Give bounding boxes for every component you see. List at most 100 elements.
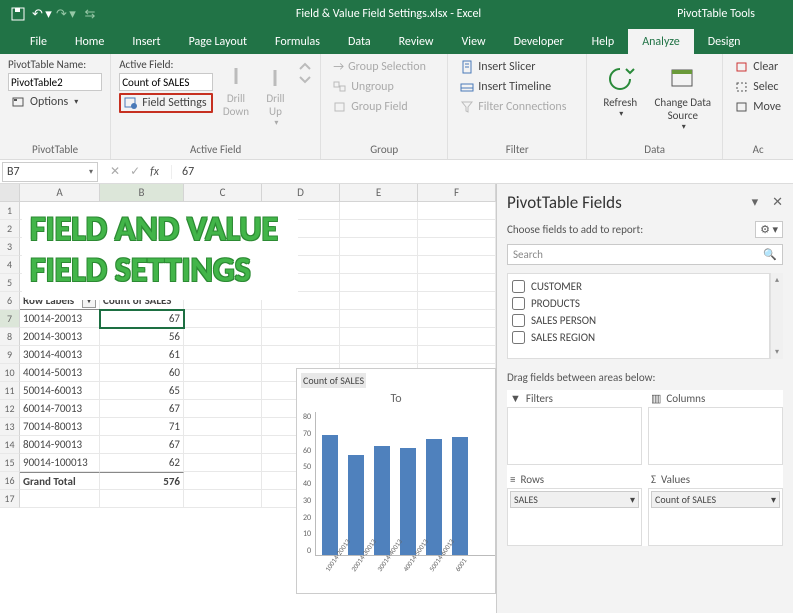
area-value-item[interactable]: Count of SALES▾ xyxy=(651,491,780,508)
save-icon[interactable] xyxy=(8,4,28,24)
clear-button[interactable]: Clear xyxy=(731,58,782,76)
chart-bar[interactable] xyxy=(426,439,442,555)
pivot-row-label[interactable]: 70014-80013 xyxy=(20,418,100,436)
enter-icon[interactable]: ✓ xyxy=(130,164,140,179)
fields-search-input[interactable]: Search 🔍 xyxy=(507,244,783,265)
row-header[interactable]: 8 xyxy=(0,328,20,346)
col-header-b[interactable]: B xyxy=(100,184,184,201)
tab-view[interactable]: View xyxy=(448,29,500,54)
pivot-row-value[interactable]: 67 xyxy=(100,400,184,418)
col-header-f[interactable]: F xyxy=(418,184,496,201)
tab-analyze[interactable]: Analyze xyxy=(628,29,694,54)
tab-formulas[interactable]: Formulas xyxy=(261,29,334,54)
pivot-row-label[interactable]: 80014-90013 xyxy=(20,436,100,454)
refresh-button[interactable]: Refresh▾ xyxy=(595,58,645,119)
row-header[interactable]: 3 xyxy=(0,238,20,256)
grid[interactable]: A B C D E F 1 2 3 4 5 6 Row Labels▾ Coun… xyxy=(0,184,496,613)
pivot-row-label[interactable]: 30014-40013 xyxy=(20,346,100,364)
fx-icon[interactable]: fx xyxy=(150,165,159,179)
tab-design[interactable]: Design xyxy=(694,29,755,54)
select-all-corner[interactable] xyxy=(0,184,20,201)
drill-up-button[interactable]: Drill Up▾ xyxy=(259,58,293,128)
undo-icon[interactable]: ↶▾ xyxy=(32,4,52,24)
tab-help[interactable]: Help xyxy=(578,29,629,54)
field-checkbox[interactable] xyxy=(512,331,525,344)
pivot-chart[interactable]: Count of SALES To 80706050403020100 1001… xyxy=(296,368,496,594)
row-header[interactable]: 10 xyxy=(0,364,20,382)
pivot-row-value[interactable]: 67 xyxy=(100,436,184,454)
pivot-row-value[interactable]: 65 xyxy=(100,382,184,400)
ungroup-button[interactable]: Ungroup xyxy=(329,78,398,96)
col-header-c[interactable]: C xyxy=(184,184,262,201)
row-header[interactable]: 14 xyxy=(0,436,20,454)
fields-list[interactable]: CUSTOMERPRODUCTSSALES PERSONSALES REGION xyxy=(507,273,770,359)
field-item[interactable]: CUSTOMER xyxy=(512,278,765,295)
pane-layout-button[interactable]: ⚙ ▾ xyxy=(755,221,783,238)
pivot-row-label[interactable]: 60014-70013 xyxy=(20,400,100,418)
drill-down-button[interactable]: Drill Down xyxy=(219,58,253,118)
pivot-row-value[interactable]: 61 xyxy=(100,346,184,364)
redo-icon[interactable]: ↷▾ xyxy=(56,4,76,24)
field-checkbox[interactable] xyxy=(512,314,525,327)
field-checkbox[interactable] xyxy=(512,297,525,310)
fields-scrollbar[interactable]: ▴▾ xyxy=(770,273,783,359)
formula-input[interactable]: 67 xyxy=(171,165,793,179)
chart-bar[interactable] xyxy=(322,435,338,555)
area-rows-drop[interactable]: SALES▾ xyxy=(507,488,642,546)
pivot-row-value[interactable]: 56 xyxy=(100,328,184,346)
pivot-row-value[interactable]: 67 xyxy=(100,310,184,328)
tab-home[interactable]: Home xyxy=(61,29,118,54)
group-field-button[interactable]: Group Field xyxy=(329,98,412,116)
pane-dropdown-icon[interactable]: ▾ xyxy=(752,195,759,210)
row-header[interactable]: 11 xyxy=(0,382,20,400)
row-header[interactable]: 12 xyxy=(0,400,20,418)
pivot-row-label[interactable]: 20014-30013 xyxy=(20,328,100,346)
row-header[interactable]: 5 xyxy=(0,274,20,292)
field-settings-button[interactable]: Field Settings xyxy=(119,93,213,113)
row-header[interactable]: 15 xyxy=(0,454,20,472)
grand-total-value[interactable]: 576 xyxy=(100,472,184,490)
name-box[interactable]: B7▾ xyxy=(2,162,98,182)
move-button[interactable]: Move xyxy=(731,98,785,116)
change-data-source-button[interactable]: Change Data Source▾ xyxy=(651,58,714,132)
tab-insert[interactable]: Insert xyxy=(118,29,174,54)
row-header[interactable]: 13 xyxy=(0,418,20,436)
area-columns-drop[interactable] xyxy=(648,407,783,465)
active-field-input[interactable] xyxy=(119,73,213,91)
row-header[interactable]: 7 xyxy=(0,310,20,328)
pivot-row-value[interactable]: 60 xyxy=(100,364,184,382)
area-row-item[interactable]: SALES▾ xyxy=(510,491,639,508)
grand-total-label[interactable]: Grand Total xyxy=(20,472,100,490)
field-item[interactable]: SALES PERSON xyxy=(512,312,765,329)
col-header-d[interactable]: D xyxy=(262,184,340,201)
tab-page-layout[interactable]: Page Layout xyxy=(175,29,261,54)
chart-bar[interactable] xyxy=(452,437,468,555)
row-header[interactable]: 17 xyxy=(0,490,20,508)
tab-review[interactable]: Review xyxy=(385,29,448,54)
row-header[interactable]: 2 xyxy=(0,220,20,238)
pivot-row-label[interactable]: 10014-20013 xyxy=(20,310,100,328)
pane-close-icon[interactable]: ✕ xyxy=(772,195,783,210)
col-header-e[interactable]: E xyxy=(340,184,418,201)
row-header[interactable]: 6 xyxy=(0,292,20,310)
row-header[interactable]: 16 xyxy=(0,472,20,490)
chart-bar[interactable] xyxy=(374,446,390,555)
row-header[interactable]: 9 xyxy=(0,346,20,364)
area-values-drop[interactable]: Count of SALES▾ xyxy=(648,488,783,546)
filter-connections-button[interactable]: Filter Connections xyxy=(456,98,570,116)
insert-timeline-button[interactable]: Insert Timeline xyxy=(456,78,555,96)
pivot-row-value[interactable]: 62 xyxy=(100,454,184,472)
pivot-row-label[interactable]: 90014-100013 xyxy=(20,454,100,472)
pivot-row-label[interactable]: 50014-60013 xyxy=(20,382,100,400)
field-checkbox[interactable] xyxy=(512,280,525,293)
cancel-icon[interactable]: ✕ xyxy=(110,164,120,179)
col-header-a[interactable]: A xyxy=(20,184,100,201)
field-item[interactable]: PRODUCTS xyxy=(512,295,765,312)
pivot-name-input[interactable] xyxy=(8,73,102,91)
select-button[interactable]: Selec xyxy=(731,78,782,96)
row-header[interactable]: 1 xyxy=(0,202,20,220)
field-item[interactable]: SALES REGION xyxy=(512,329,765,346)
row-header[interactable]: 4 xyxy=(0,256,20,274)
tab-developer[interactable]: Developer xyxy=(500,29,578,54)
pivot-row-value[interactable]: 71 xyxy=(100,418,184,436)
